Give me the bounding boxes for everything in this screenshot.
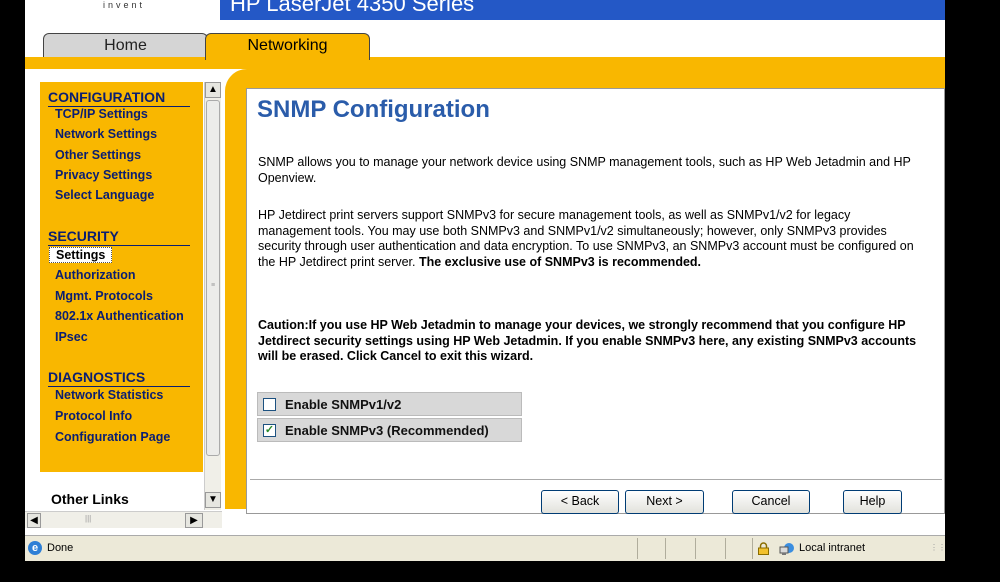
other-links-heading: Other Links xyxy=(51,491,129,507)
section-configuration: CONFIGURATION xyxy=(48,89,190,107)
scroll-down-arrow-icon[interactable]: ▼ xyxy=(205,492,221,508)
status-divider xyxy=(665,538,666,559)
lock-icon xyxy=(758,542,769,555)
product-banner: HP LaserJet 4350 Series xyxy=(220,0,945,20)
sidebar-item-privacy-settings[interactable]: Privacy Settings xyxy=(55,168,152,182)
snmp-recommendation: The exclusive use of SNMPv3 is recommend… xyxy=(418,254,702,269)
button-divider xyxy=(250,479,942,480)
status-divider xyxy=(725,538,726,559)
ie-page-icon: e xyxy=(28,541,42,555)
sidebar-horizontal-scrollbar[interactable]: ◀ ||| ▶ xyxy=(25,511,222,528)
page-title: SNMP Configuration xyxy=(257,96,490,123)
snmpv1-label: Enable SNMPv1/v2 xyxy=(285,397,402,412)
tab-strip xyxy=(25,57,945,69)
hp-logo-tagline: invent xyxy=(102,0,146,10)
tab-networking[interactable]: Networking xyxy=(205,33,370,60)
status-divider xyxy=(637,538,638,559)
sidebar-item-ipsec[interactable]: IPsec xyxy=(55,330,88,344)
snmpv3-label: Enable SNMPv3 (Recommended) xyxy=(285,423,489,438)
section-title: CONFIGURATION xyxy=(48,89,166,105)
sidebar-item-8021x-authentication[interactable]: 802.1x Authentication xyxy=(55,309,184,323)
cancel-button[interactable]: Cancel xyxy=(732,490,810,514)
status-text: Done xyxy=(47,542,74,554)
sidebar-item-authorization[interactable]: Authorization xyxy=(55,268,136,282)
caution-paragraph: Caution:If you use HP Web Jetadmin to ma… xyxy=(258,318,917,363)
sidebar-vertical-scrollbar[interactable]: ▲ ≡ ▼ xyxy=(204,82,221,510)
snmpv1-checkbox[interactable] xyxy=(263,398,276,411)
snmpv3-option-row[interactable]: ✓ Enable SNMPv3 (Recommended) xyxy=(257,418,522,442)
scrollbar-thumb[interactable]: ≡ xyxy=(206,100,220,456)
sidebar-item-mgmt-protocols[interactable]: Mgmt. Protocols xyxy=(55,289,153,303)
section-title: DIAGNOSTICS xyxy=(48,369,146,385)
section-title: SECURITY xyxy=(48,228,119,244)
grip-icon: ≡ xyxy=(211,282,216,289)
banner-title: HP LaserJet 4350 Series xyxy=(230,0,475,16)
scroll-up-arrow-icon[interactable]: ▲ xyxy=(205,82,221,98)
status-divider xyxy=(695,538,696,559)
section-security: SECURITY xyxy=(48,228,190,246)
status-divider xyxy=(752,538,753,559)
sidebar-item-network-statistics[interactable]: Network Statistics xyxy=(55,388,163,402)
snmpv1-option-row[interactable]: Enable SNMPv1/v2 xyxy=(257,392,522,416)
grip-icon: ||| xyxy=(85,514,92,523)
tab-home[interactable]: Home xyxy=(43,33,208,57)
scroll-left-arrow-icon[interactable]: ◀ xyxy=(27,513,41,528)
status-bar: e Done Local intranet ⋮⋮ xyxy=(25,535,946,561)
security-zone-text: Local intranet xyxy=(799,542,866,554)
snmpv3-checkbox[interactable]: ✓ xyxy=(263,424,276,437)
sidebar-item-tcpip-settings[interactable]: TCP/IP Settings xyxy=(55,107,148,121)
screen-frame: invent HP LaserJet 4350 Series Home Netw… xyxy=(0,0,1000,582)
snmp-versions-paragraph: HP Jetdirect print servers support SNMPv… xyxy=(258,208,918,270)
content-panel xyxy=(246,88,945,514)
section-diagnostics: DIAGNOSTICS xyxy=(48,369,190,387)
sidebar-item-protocol-info[interactable]: Protocol Info xyxy=(55,409,132,423)
sidebar: CONFIGURATION TCP/IP Settings Network Se… xyxy=(40,82,203,510)
sidebar-item-other-settings[interactable]: Other Settings xyxy=(55,148,141,162)
sidebar-item-select-language[interactable]: Select Language xyxy=(55,188,154,202)
sidebar-item-network-settings[interactable]: Network Settings xyxy=(55,127,157,141)
sidebar-item-settings[interactable]: Settings xyxy=(49,247,113,263)
scroll-right-arrow-icon[interactable]: ▶ xyxy=(185,513,203,528)
sidebar-item-configuration-page[interactable]: Configuration Page xyxy=(55,430,170,444)
help-button[interactable]: Help xyxy=(843,490,902,514)
intranet-icon xyxy=(779,543,794,555)
intro-paragraph: SNMP allows you to manage your network d… xyxy=(258,155,911,185)
browser-viewport: invent HP LaserJet 4350 Series Home Netw… xyxy=(25,0,945,535)
next-button[interactable]: Next > xyxy=(625,490,704,514)
resize-grip-icon[interactable]: ⋮⋮ xyxy=(930,544,946,552)
back-button[interactable]: < Back xyxy=(541,490,619,514)
